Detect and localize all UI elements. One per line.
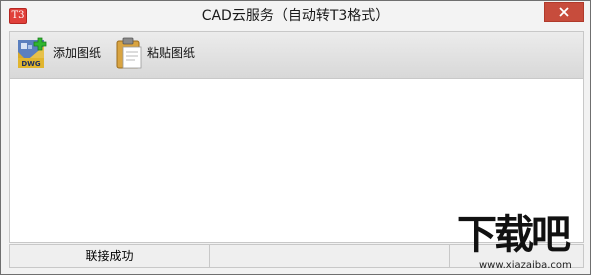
watermark-logo: 下载吧 www.xiazaiba.com [455,212,589,274]
status-cell [210,245,450,267]
window-title: CAD云服务（自动转T3格式） [201,8,390,24]
watermark-brand: 下载吧 [457,212,571,258]
paste-drawing-button[interactable]: 粘贴图纸 [114,36,195,70]
dwg-label: DWG [21,60,41,68]
close-button[interactable] [544,2,584,22]
add-drawing-button[interactable]: DWG 添加图纸 [16,36,101,70]
watermark-url: www.xiazaiba.com [479,260,572,271]
paste-drawing-label: 粘贴图纸 [147,46,196,60]
add-drawing-label: 添加图纸 [53,46,102,60]
close-icon [559,7,569,17]
toolbar: DWG 添加图纸 粘贴图纸 [9,31,584,78]
dwg-file-icon: DWG [18,37,47,68]
clipboard-icon [116,37,142,69]
connection-status: 联接成功 [10,245,210,267]
title-bar[interactable]: T3 CAD云服务（自动转T3格式） [1,1,590,31]
